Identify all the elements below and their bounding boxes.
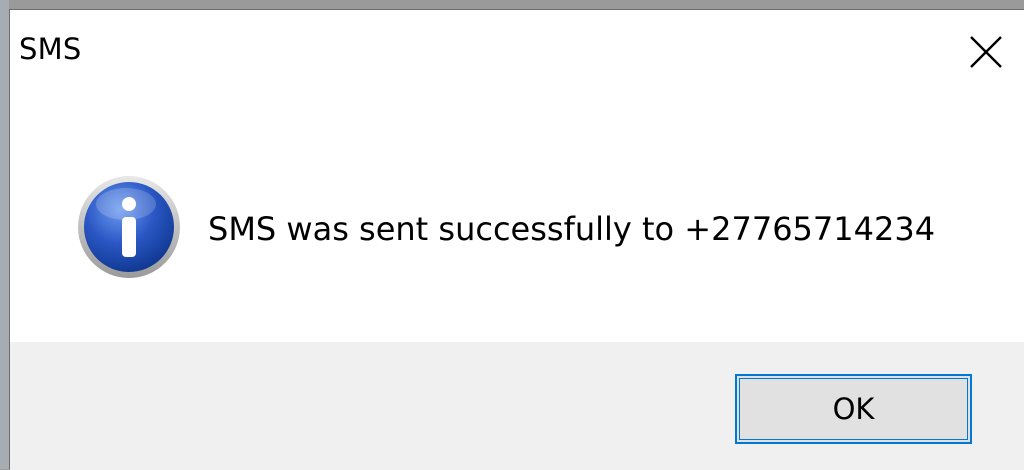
message-dialog: SMS SMS was sent successfully to +277657… bbox=[9, 9, 1024, 470]
dialog-content: SMS was sent successfully to +2776571423… bbox=[10, 98, 1024, 342]
message-text: SMS was sent successfully to +2776571423… bbox=[208, 210, 936, 248]
button-bar: OK bbox=[10, 342, 1024, 470]
ok-button-label: OK bbox=[832, 392, 875, 426]
close-icon bbox=[970, 36, 1002, 68]
ok-button[interactable]: OK bbox=[735, 374, 972, 444]
info-icon bbox=[78, 176, 180, 278]
dialog-title: SMS bbox=[19, 32, 82, 66]
title-bar: SMS bbox=[10, 10, 1024, 98]
close-button[interactable] bbox=[962, 28, 1010, 76]
background-window-edge bbox=[0, 0, 9, 469]
